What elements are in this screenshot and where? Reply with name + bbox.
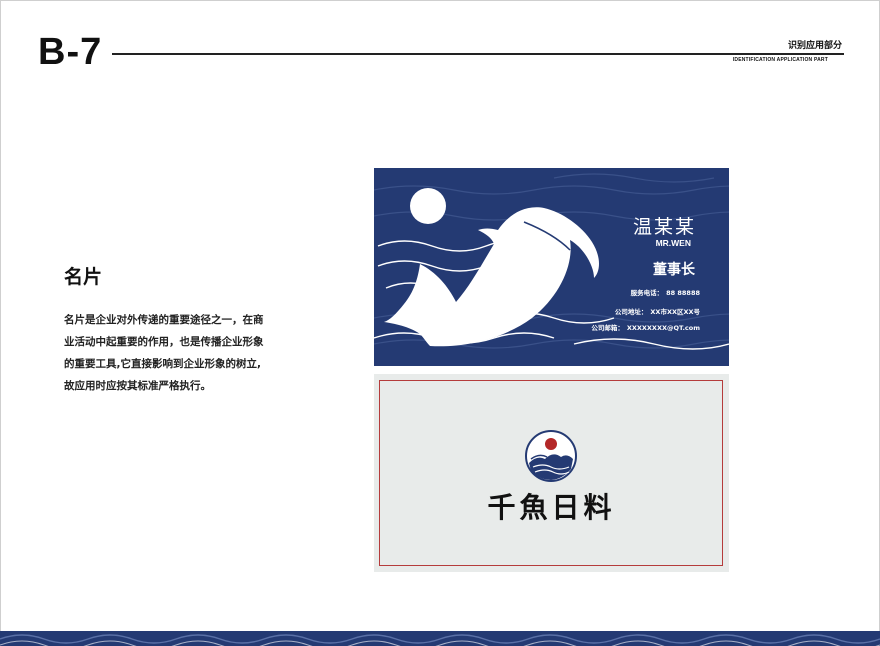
- card-phone-line: 服务电话： 88 88888: [631, 287, 700, 297]
- card-phone-label: 服务电话：: [630, 289, 664, 297]
- card-email-line: 公司邮箱： XXXXXXXX@QT.com: [591, 322, 700, 332]
- card-email-value: XXXXXXXX@QT.com: [626, 324, 700, 332]
- section-label-cn: 识别应用部分: [787, 41, 842, 51]
- card-address-value: XX市XX区XX号: [650, 308, 700, 316]
- page-code: B-7: [38, 31, 103, 73]
- wave-pattern-icon: [0, 631, 880, 646]
- section-label-en: IDENTIFICATION APPLICATION PART: [732, 57, 828, 63]
- card-address-label: 公司地址：: [614, 308, 648, 316]
- business-card-back: 千魚日料: [374, 374, 729, 572]
- description-line: 的重要工具,它直接影响到企业形象的树立,: [64, 358, 261, 370]
- card-phone-value: 88 88888: [666, 289, 700, 297]
- card-email-label: 公司邮箱：: [591, 324, 624, 332]
- description-line: 业活动中起重要的作用，也是传播企业形象: [64, 336, 264, 348]
- business-card-front: 温某某 MR.WEN 董事长 服务电话： 88 88888 公司地址： XX市XX区…: [374, 168, 729, 366]
- card-holder-title: 董事长: [653, 262, 695, 278]
- card-holder-name: 温某某: [632, 216, 696, 238]
- fish-wave-emblem-icon: [525, 430, 577, 482]
- card-holder-name-en: MR.WEN: [655, 238, 691, 248]
- section-description: 名片是企业对外传递的重要途径之一，在商 业活动中起重要的作用，也是传播企业形象 …: [64, 309, 294, 397]
- section-title: 名片: [64, 266, 103, 288]
- description-line: 名片是企业对外传递的重要途径之一，在商: [64, 314, 264, 326]
- header-rule: [112, 53, 844, 55]
- card-address-line: 公司地址： XX市XX区XX号: [615, 306, 700, 316]
- description-line: 故应用时应按其标准严格执行。: [64, 380, 211, 392]
- brand-name: 千魚日料: [487, 491, 616, 524]
